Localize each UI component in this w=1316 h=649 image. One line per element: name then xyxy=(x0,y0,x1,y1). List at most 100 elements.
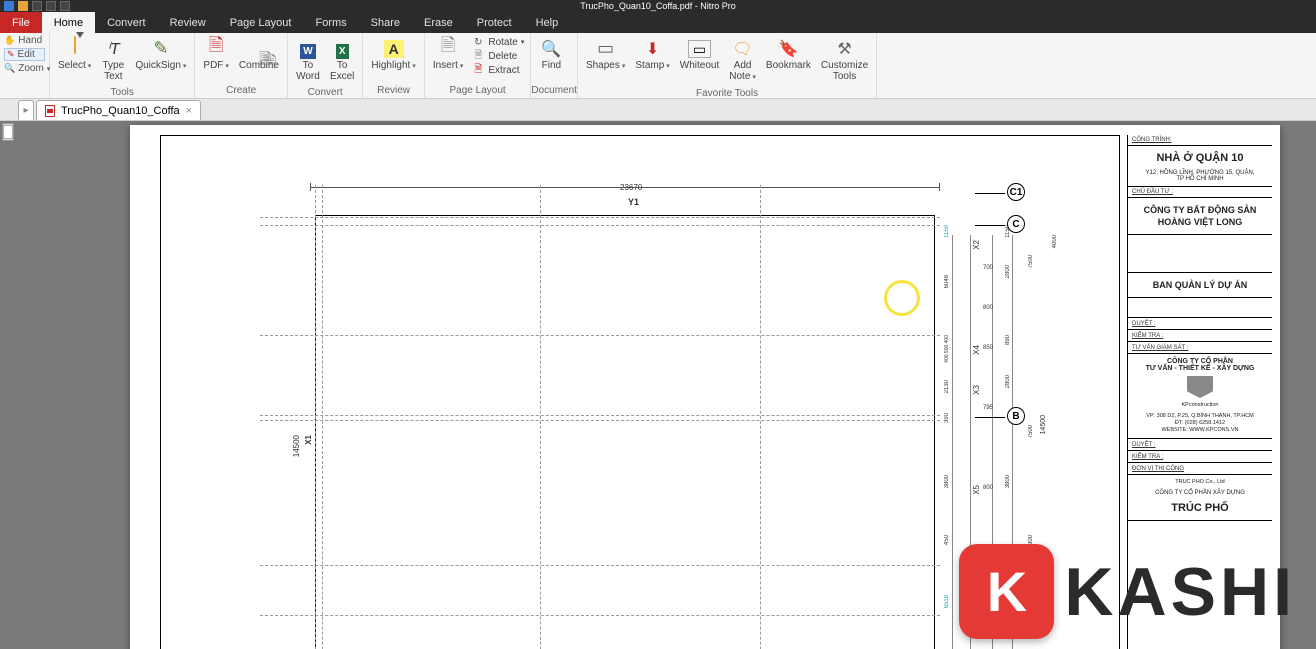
menu-review[interactable]: Review xyxy=(158,12,218,33)
window-title: TrucPho_Quan10_Coffa.pdf - Nitro Pro xyxy=(580,1,736,11)
title-bar: TrucPho_Quan10_Coffa.pdf - Nitro Pro xyxy=(0,0,1316,12)
menu-erase[interactable]: Erase xyxy=(412,12,465,33)
close-tab-icon[interactable]: × xyxy=(186,105,192,117)
whiteout-button[interactable]: Whiteout xyxy=(676,35,723,73)
qat-icon-2[interactable] xyxy=(46,1,56,11)
project-title: NHÀ Ở QUẬN 10 xyxy=(1132,148,1268,168)
menu-convert[interactable]: Convert xyxy=(95,12,158,33)
customize-button[interactable]: Customize Tools xyxy=(817,35,872,84)
menu-protect[interactable]: Protect xyxy=(465,12,524,33)
ribbon-group-tools: Select Type Text QuickSign Tools xyxy=(50,33,195,98)
group-label-create: Create xyxy=(195,84,287,98)
ribbon-group-create: PDF Combine Create xyxy=(195,33,288,98)
grid-h4 xyxy=(260,415,940,416)
axis-x2: X2 xyxy=(972,240,981,250)
extract-icon xyxy=(471,64,485,76)
grid-v2 xyxy=(322,185,323,649)
save-icon[interactable] xyxy=(4,1,14,11)
grid-h2 xyxy=(260,225,940,226)
ribbon-group-document: Find Document xyxy=(531,33,578,98)
tab-strip: ▸ TrucPho_Quan10_Coffa × xyxy=(0,99,1316,121)
menu-help[interactable]: Help xyxy=(524,12,571,33)
axis-y1: Y1 xyxy=(628,197,639,207)
pdf-file-icon xyxy=(45,105,55,117)
axis-x3: X3 xyxy=(972,385,981,395)
customize-icon xyxy=(837,38,851,59)
qat-icon-1[interactable] xyxy=(32,1,42,11)
menu-file[interactable]: File xyxy=(0,12,42,33)
shapes-button[interactable]: Shapes xyxy=(582,35,629,74)
stamp-button[interactable]: Stamp xyxy=(631,35,673,74)
file-tab[interactable]: TrucPho_Quan10_Coffa × xyxy=(36,100,201,120)
page-thumb[interactable] xyxy=(3,125,13,139)
contractor-name: TRÚC PHỐ xyxy=(1132,498,1268,518)
pdf-button[interactable]: PDF xyxy=(199,35,233,74)
typetext-icon xyxy=(107,38,120,59)
group-label-pagelayout: Page Layout xyxy=(425,84,531,98)
grid-h1 xyxy=(260,217,940,218)
grid-v1 xyxy=(315,185,316,649)
ribbon-group-convert: To Word To Excel Convert xyxy=(288,33,363,98)
menu-bar: File Home Convert Review Page Layout For… xyxy=(0,12,1316,33)
quicksign-icon xyxy=(153,38,168,59)
highlight-button[interactable]: Highlight xyxy=(367,35,419,74)
combine-button[interactable]: Combine xyxy=(235,35,283,73)
delete-icon xyxy=(471,50,485,62)
toexcel-button[interactable]: To Excel xyxy=(326,35,358,84)
thumbnail-sidebar[interactable] xyxy=(2,123,14,141)
extract-button[interactable]: Extract xyxy=(469,63,526,77)
typetext-button[interactable]: Type Text xyxy=(97,35,129,84)
menu-forms[interactable]: Forms xyxy=(303,12,358,33)
qat-icons xyxy=(4,1,70,11)
insert-icon xyxy=(441,33,455,63)
group-label-convert: Convert xyxy=(288,86,362,100)
ribbon-group-favorite: Shapes Stamp Whiteout Add Note Bookmark … xyxy=(578,33,877,98)
whiteout-icon xyxy=(688,38,711,59)
axis-x5: X5 xyxy=(972,485,981,495)
grid-h6 xyxy=(260,565,940,566)
hand-tool[interactable]: Hand xyxy=(4,35,45,46)
ribbon: Hand Edit Zoom▾ Select Type Text QuickSi… xyxy=(0,33,1316,99)
ribbon-group-review: Highlight Review xyxy=(363,33,424,98)
ribbon-group-pagelayout: Insert Rotate▾ Delete Extract Page Layou… xyxy=(425,33,532,98)
dim-left-value: 14500 xyxy=(292,435,301,457)
menu-share[interactable]: Share xyxy=(359,12,412,33)
highlight-icon xyxy=(384,38,404,59)
consultant-logo-icon xyxy=(1187,376,1213,398)
watermark-text: KASHI xyxy=(1064,553,1296,631)
select-button[interactable]: Select xyxy=(54,35,95,74)
grid-h7 xyxy=(260,615,940,616)
axis-x4: X4 xyxy=(972,345,981,355)
dim-top-value: 23670 xyxy=(620,183,642,192)
group-label-tools: Tools xyxy=(50,86,194,100)
watermark: K KASHI xyxy=(959,544,1296,639)
plan-outline xyxy=(315,215,935,649)
document-area[interactable]: 23670 Y1 14500 X1 xyxy=(0,121,1316,649)
shapes-icon xyxy=(597,38,614,59)
grid-h5 xyxy=(260,420,940,421)
qat-dropdown-icon[interactable] xyxy=(60,1,70,11)
group-label-review: Review xyxy=(363,84,423,98)
owner-name: CÔNG TY BẤT ĐỘNG SẢN HOÀNG VIỆT LONG xyxy=(1132,200,1268,232)
bubble-c1: C1 xyxy=(1007,183,1025,201)
open-icon[interactable] xyxy=(18,1,28,11)
quicksign-button[interactable]: QuickSign xyxy=(131,35,190,74)
menu-pagelayout[interactable]: Page Layout xyxy=(218,12,304,33)
addnote-button[interactable]: Add Note xyxy=(725,35,760,85)
bookmark-button[interactable]: Bookmark xyxy=(762,35,815,73)
insert-button[interactable]: Insert xyxy=(429,35,468,74)
grid-v4 xyxy=(760,185,761,649)
bubble-b: B xyxy=(1007,407,1025,425)
menu-home[interactable]: Home xyxy=(42,12,95,33)
edit-tool[interactable]: Edit xyxy=(4,48,45,61)
file-tab-name: TrucPho_Quan10_Coffa xyxy=(61,105,180,117)
zoom-tool[interactable]: Zoom▾ xyxy=(4,63,45,74)
group-label-document: Document xyxy=(531,84,577,98)
select-icon xyxy=(71,36,79,60)
bubble-c: C xyxy=(1007,215,1025,233)
word-icon xyxy=(300,38,315,59)
side-tab[interactable]: ▸ xyxy=(18,100,34,120)
excel-icon xyxy=(336,38,349,59)
toword-button[interactable]: To Word xyxy=(292,35,324,84)
find-button[interactable]: Find xyxy=(535,35,567,73)
